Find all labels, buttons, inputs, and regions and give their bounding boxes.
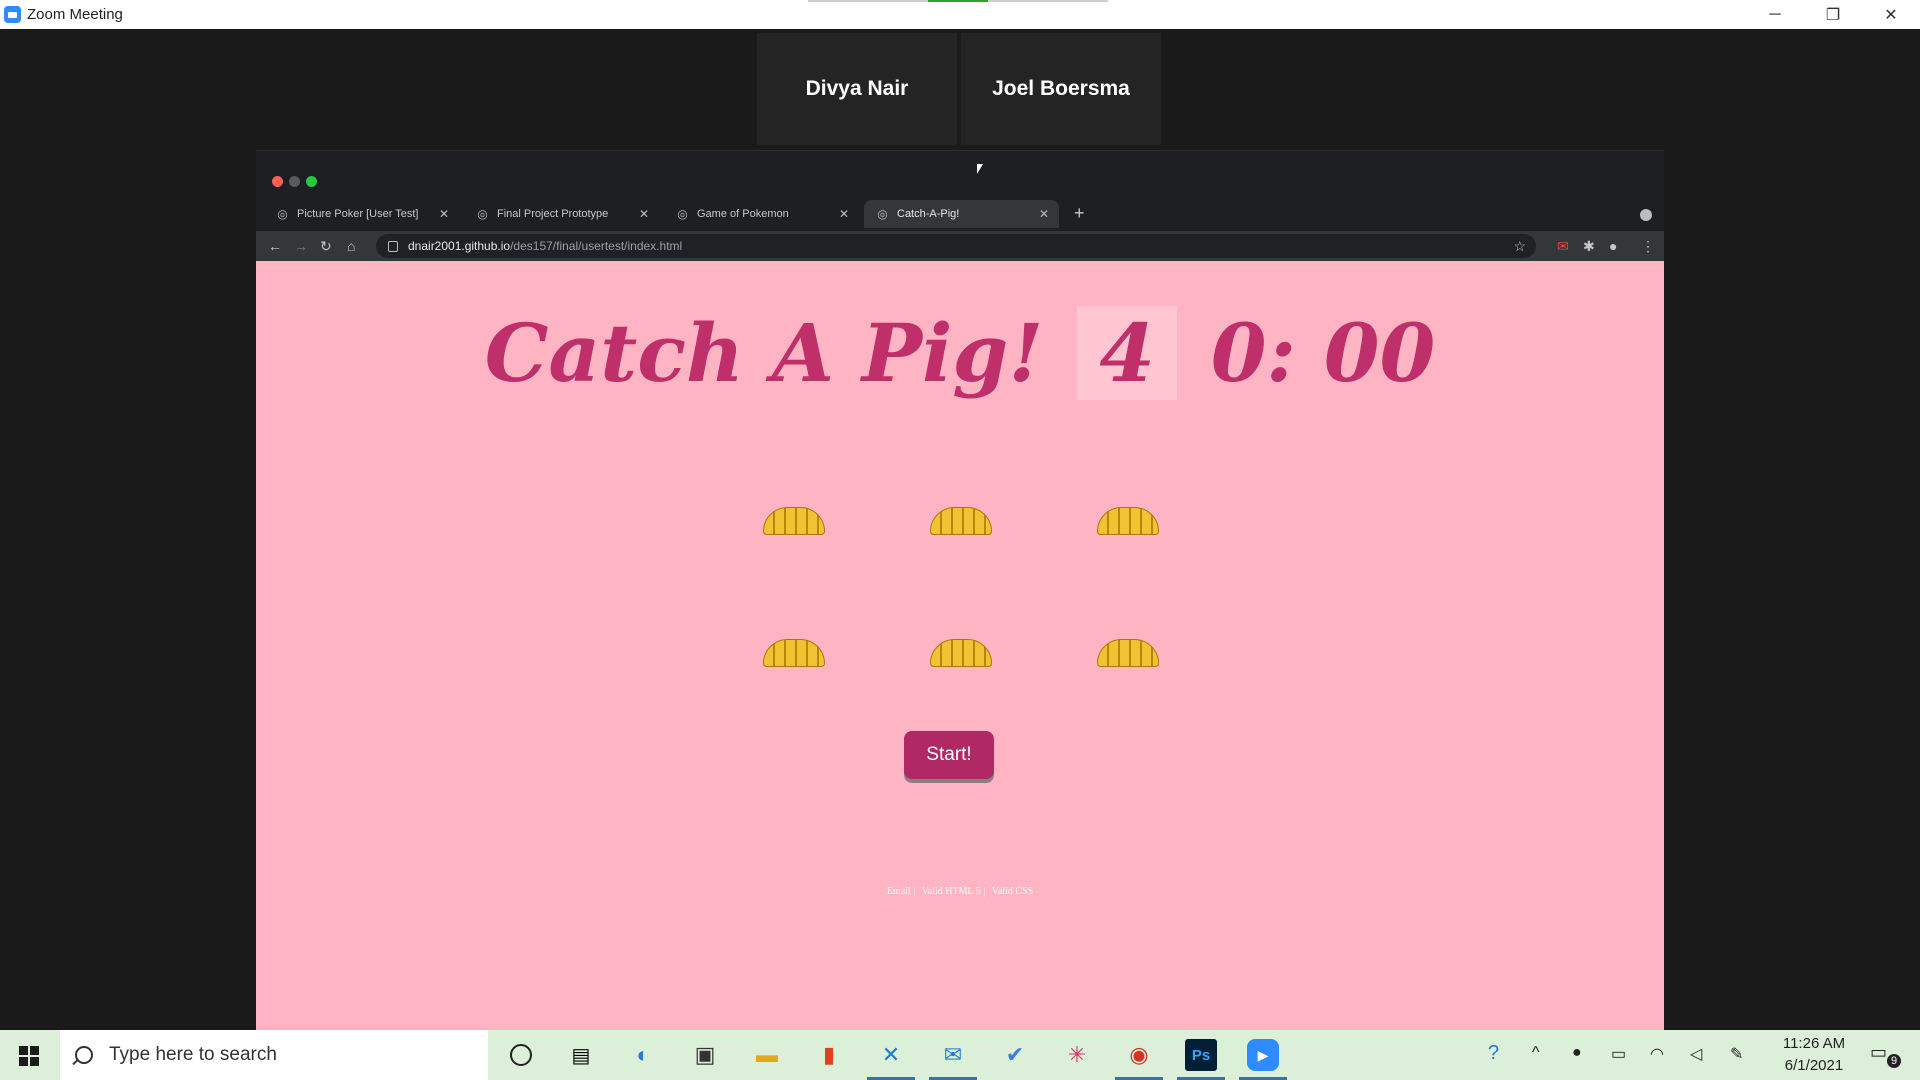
browser-titlebar [256,150,1664,196]
tab-title: Catch-A-Pig! [897,208,960,220]
cortana-icon[interactable] [505,1039,537,1071]
mouse-cursor-icon [977,164,983,174]
tab-search-icon[interactable] [1640,209,1652,221]
window-controls: ─ ❐ ✕ [1746,0,1920,29]
forward-icon[interactable]: → [294,237,308,255]
vscode-icon[interactable]: ✕ [875,1039,907,1071]
participant-tile[interactable]: Joel Boersma [961,33,1161,145]
back-icon[interactable]: ← [268,237,282,255]
globe-icon: ◎ [877,206,888,221]
minimize-dot-icon[interactable] [289,176,300,187]
close-button[interactable]: ✕ [1862,0,1920,29]
hay-burrow[interactable] [930,639,992,667]
clock-time: 11:26 AM [1782,1035,1846,1052]
mail-extension-icon[interactable]: ✉ [1557,238,1569,254]
taskbar: Type here to search ▤ ◐ ▣ ▬ ▮ ✕ ✉ ✔ ✳ ◉ … [0,1030,1920,1080]
bookmark-star-icon[interactable]: ☆ [1513,238,1526,255]
zoom-logo-icon [4,6,21,23]
reload-icon[interactable]: ↻ [320,237,332,255]
search-placeholder: Type here to search [109,1044,277,1065]
tab-close-icon[interactable]: ✕ [835,207,853,221]
task-view-icon[interactable]: ▤ [565,1039,597,1071]
url-path: /des157/final/usertest/index.html [510,239,683,253]
pen-icon[interactable]: ✎ [1730,1044,1743,1064]
help-icon[interactable]: ? [1488,1042,1499,1065]
start-button[interactable]: Start! [904,731,994,779]
burrow-grid [763,507,1163,677]
globe-icon: ◎ [677,206,688,221]
shared-screen: ◎ Picture Poker [User Test] ✕ ◎ Final Pr… [256,150,1664,1030]
tab-title: Game of Pokemon [697,208,789,220]
page-footer: Email | Valid HTML 5 | Valid CSS [256,886,1664,897]
hay-burrow[interactable] [1097,507,1159,535]
hay-burrow[interactable] [930,507,992,535]
chevron-up-icon[interactable]: ^ [1532,1044,1540,1062]
email-link[interactable]: Email | [887,886,915,897]
close-dot-icon[interactable] [272,176,283,187]
game-page: Catch A Pig! 4 0: 00 Start! Email | Vali… [256,261,1664,1030]
lock-icon [388,240,398,252]
browser-toolbar: ← → ↻ ⌂ dnair2001.github.io /des157/fina… [256,231,1664,261]
clock-date: 6/1/2021 [1784,1057,1844,1074]
hay-burrow[interactable] [1097,639,1159,667]
windows-start-icon[interactable] [19,1046,39,1066]
browser-tab[interactable]: ◎ Picture Poker [User Test] ✕ [264,200,459,228]
tab-close-icon[interactable]: ✕ [1035,207,1053,221]
browser-menu-icon[interactable]: ⋮ [1641,238,1655,254]
hay-burrow[interactable] [763,639,825,667]
participant-tile[interactable]: Divya Nair [757,33,957,145]
restore-button[interactable]: ❐ [1804,0,1862,29]
todo-icon[interactable]: ✔ [999,1039,1031,1071]
zoom-titlebar: Zoom Meeting ─ ❐ ✕ [0,0,1920,29]
countdown-display: 4 [1077,306,1177,400]
window-title: Zoom Meeting [27,6,123,23]
battery-icon[interactable]: ▭ [1611,1044,1626,1064]
taskbar-clock[interactable]: 11:26 AM 6/1/2021 [1764,1033,1864,1077]
volume-icon[interactable]: ◁ [1690,1044,1702,1064]
participant-strip: Divya Nair Joel Boersma [757,33,1161,145]
taskbar-search[interactable]: Type here to search [60,1030,488,1080]
url-host: dnair2001.github.io [408,239,511,253]
wifi-icon[interactable]: ◠ [1650,1044,1664,1064]
microphone-icon[interactable]: ● [1572,1044,1582,1062]
timer-display: 0: 00 [1210,306,1436,400]
page-title: Catch A Pig! [484,306,1044,400]
browser-tab[interactable]: ◎ Final Project Prototype ✕ [464,200,659,228]
browser-tab-active[interactable]: ◎ Catch-A-Pig! ✕ [864,200,1059,228]
search-icon [75,1046,93,1064]
hay-burrow[interactable] [763,507,825,535]
file-explorer-icon[interactable]: ▬ [751,1039,783,1071]
globe-icon: ◎ [477,206,488,221]
home-icon[interactable]: ⌂ [347,237,355,255]
notifications-icon[interactable]: ▭ [1870,1042,1887,1063]
mail-icon[interactable]: ✉ [937,1039,969,1071]
slack-icon[interactable]: ✳ [1061,1039,1093,1071]
profile-avatar-icon[interactable]: ● [1609,238,1617,254]
notification-count-badge: 9 [1887,1054,1901,1068]
address-bar[interactable]: dnair2001.github.io /des157/final/userte… [376,234,1536,258]
chrome-icon[interactable]: ◉ [1123,1039,1155,1071]
zoom-app-icon[interactable]: ▶ [1247,1039,1279,1071]
maximize-dot-icon[interactable] [306,176,317,187]
valid-css-link[interactable]: Valid CSS [992,886,1033,897]
globe-icon: ◎ [277,206,288,221]
tab-close-icon[interactable]: ✕ [435,207,453,221]
screen-share-active-indicator [928,0,988,2]
tab-title: Picture Poker [User Test] [297,208,419,220]
game-heading: Catch A Pig! 4 0: 00 [256,306,1664,400]
puzzle-extensions-icon[interactable]: ✱ [1583,238,1595,254]
tab-close-icon[interactable]: ✕ [635,207,653,221]
office-icon[interactable]: ▮ [813,1039,845,1071]
browser-tab[interactable]: ◎ Game of Pokemon ✕ [664,200,859,228]
edge-browser-icon[interactable]: ◐ [627,1039,659,1071]
photoshop-icon[interactable]: Ps [1185,1039,1217,1071]
tab-title: Final Project Prototype [497,208,609,220]
valid-html-link[interactable]: Valid HTML 5 | [922,886,986,897]
store-icon[interactable]: ▣ [689,1039,721,1071]
minimize-button[interactable]: ─ [1746,0,1804,29]
new-tab-button[interactable]: + [1074,203,1085,224]
browser-tab-strip: ◎ Picture Poker [User Test] ✕ ◎ Final Pr… [256,195,1664,231]
